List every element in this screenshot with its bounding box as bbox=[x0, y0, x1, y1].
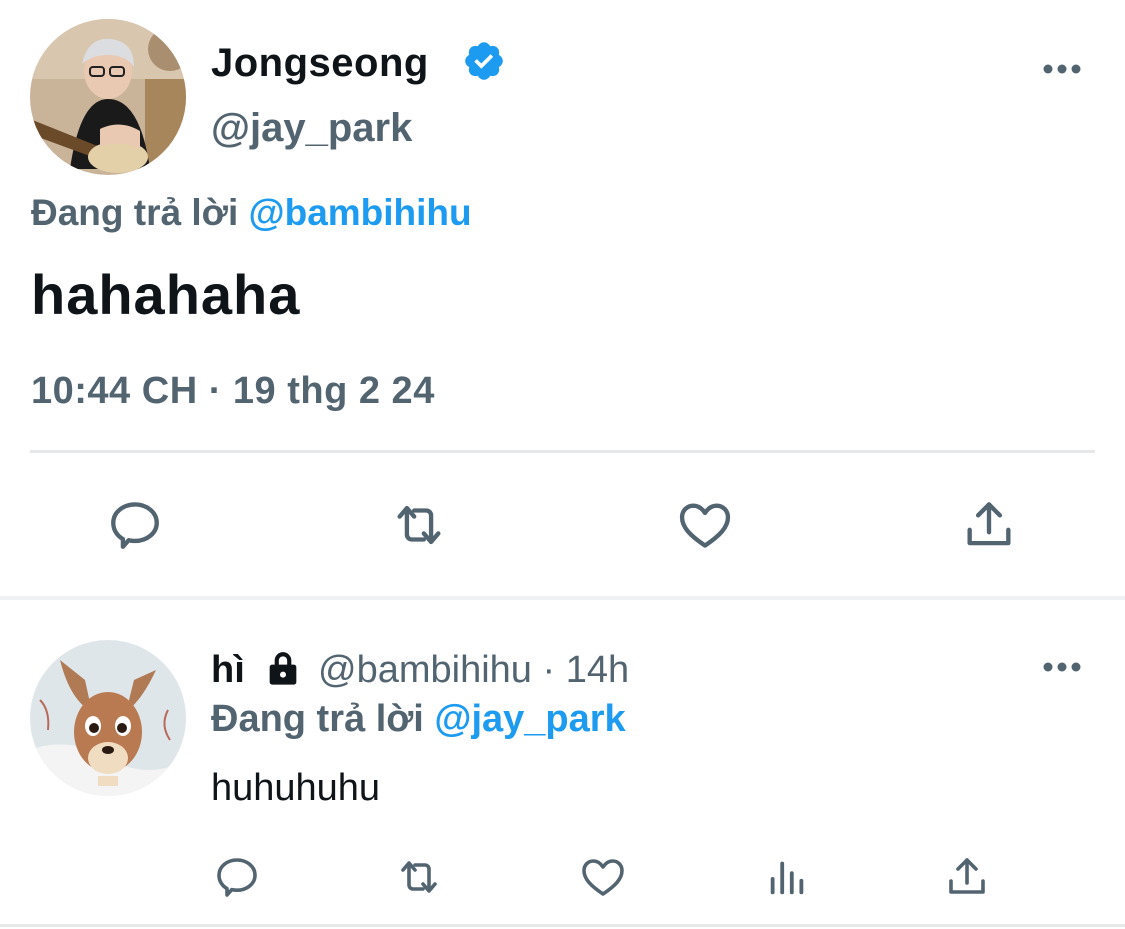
replying-to: Đang trả lời @bambihihu bbox=[31, 190, 472, 236]
reply-icon[interactable] bbox=[213, 853, 261, 901]
bambi-cartoon bbox=[30, 640, 186, 796]
bottom-divider bbox=[0, 924, 1125, 927]
more-options-icon[interactable] bbox=[1042, 62, 1082, 76]
display-name[interactable]: Jongseong bbox=[211, 39, 429, 87]
reply-meta: @bambihihu · 14h bbox=[318, 646, 629, 694]
replying-prefix: Đang trả lời bbox=[211, 698, 424, 740]
divider bbox=[30, 450, 1095, 453]
section-divider bbox=[0, 596, 1125, 600]
reply-time[interactable]: 14h bbox=[566, 649, 629, 691]
reply-text: huhuhuhu bbox=[211, 767, 381, 809]
reply-replying-to: Đang trả lời @jay_park bbox=[211, 696, 626, 742]
guitar-player-photo bbox=[30, 19, 186, 175]
views-icon[interactable] bbox=[764, 853, 810, 901]
reply-icon[interactable] bbox=[106, 496, 164, 554]
tweet-timestamp[interactable]: 10:44 CH · 19 thg 2 24 bbox=[31, 368, 435, 414]
avatar-jongseong[interactable] bbox=[30, 19, 186, 175]
handle[interactable]: @jay_park bbox=[211, 104, 412, 152]
reply-handle[interactable]: @bambihihu bbox=[318, 649, 532, 691]
retweet-icon[interactable] bbox=[391, 853, 447, 901]
reply-display-name[interactable]: hì bbox=[211, 649, 245, 691]
share-icon[interactable] bbox=[943, 853, 991, 901]
like-icon[interactable] bbox=[675, 496, 735, 554]
tweet-text: hahahaha bbox=[31, 263, 301, 326]
verified-badge-icon bbox=[462, 39, 506, 83]
like-icon[interactable] bbox=[578, 853, 628, 901]
more-options-icon[interactable] bbox=[1042, 660, 1082, 674]
meta-separator: · bbox=[542, 649, 556, 691]
replying-prefix: Đang trả lời bbox=[31, 192, 239, 233]
mention-link[interactable]: @bambihihu bbox=[249, 192, 472, 233]
avatar-bambihihu[interactable] bbox=[30, 640, 186, 796]
share-icon[interactable] bbox=[960, 496, 1018, 554]
display-name-text: Jongseong bbox=[211, 41, 429, 85]
reply-header: hì bbox=[211, 646, 245, 694]
retweet-icon[interactable] bbox=[386, 496, 452, 554]
mention-link[interactable]: @jay_park bbox=[434, 698, 625, 740]
lock-icon bbox=[263, 648, 303, 688]
